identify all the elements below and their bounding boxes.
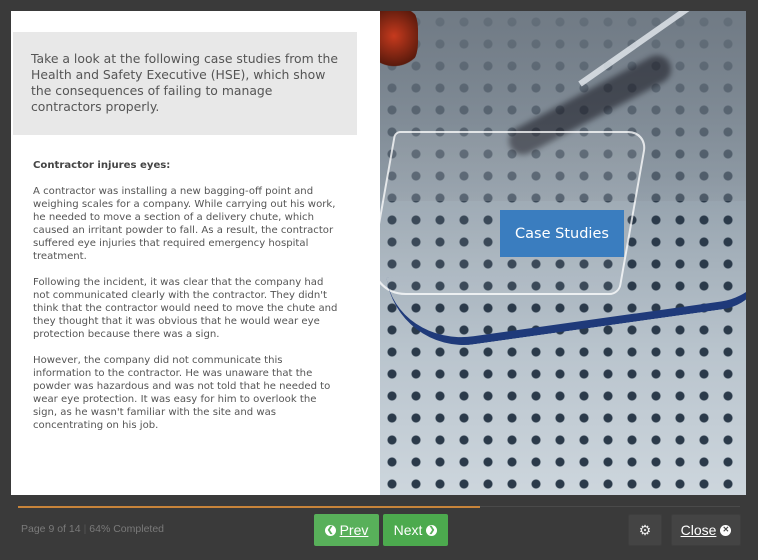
completion-indicator: 64% Completed xyxy=(89,523,165,535)
progress-fill xyxy=(18,506,481,508)
close-label: Close xyxy=(680,522,717,538)
case-paragraph: A contractor was installing a new baggin… xyxy=(33,186,336,262)
next-button[interactable]: Next ❯ xyxy=(383,514,448,546)
slide: Take a look at the following case studie… xyxy=(11,11,746,495)
next-label: Next xyxy=(393,522,423,538)
chevron-left-circle-icon: ❮ xyxy=(324,524,336,536)
case-paragraph: However, the company did not communicate… xyxy=(33,355,331,431)
prev-button[interactable]: ❮ Prev xyxy=(314,514,379,546)
settings-button[interactable]: ⚙ xyxy=(628,514,662,546)
progress-bar xyxy=(18,506,740,508)
safety-glasses-image: Case Studies xyxy=(380,11,746,495)
image-red-object xyxy=(380,11,418,71)
case-study: Contractor injures eyes: A contractor wa… xyxy=(33,159,343,445)
status-text: Page 9 of 14 | 64% Completed xyxy=(21,523,164,535)
page-indicator: Page 9 of 14 xyxy=(21,523,81,535)
gears-icon: ⚙ xyxy=(638,522,652,538)
case-title: Contractor injures eyes: xyxy=(33,160,171,171)
times-circle-icon: ✕ xyxy=(720,524,732,536)
intro-text: Take a look at the following case studie… xyxy=(31,51,338,114)
prev-label: Prev xyxy=(339,522,369,538)
case-studies-label: Case Studies xyxy=(500,210,624,257)
text-panel: Take a look at the following case studie… xyxy=(11,11,379,495)
chevron-right-circle-icon: ❯ xyxy=(426,524,438,536)
close-button[interactable]: Close ✕ xyxy=(671,514,741,546)
case-paragraph: Following the incident, it was clear tha… xyxy=(33,277,338,340)
status-separator: | xyxy=(83,523,87,535)
intro-box: Take a look at the following case studie… xyxy=(13,32,357,135)
